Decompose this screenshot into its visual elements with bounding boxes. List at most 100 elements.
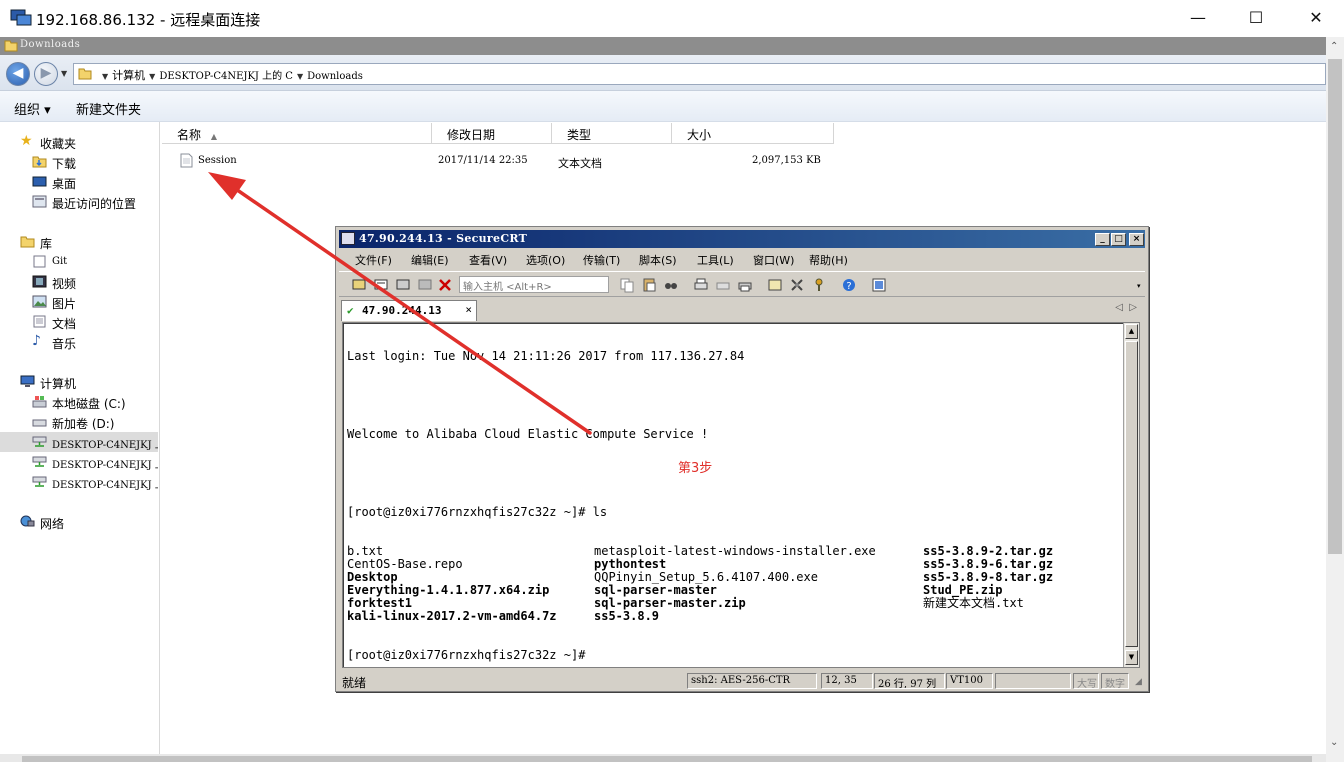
terminal-prompt: [root@iz0xi776rnzxhqfis27c32z ~]# ls [347, 505, 608, 519]
global-options-icon[interactable] [789, 277, 805, 293]
help-icon[interactable]: ? [841, 277, 857, 293]
horizontal-scrollbar[interactable] [0, 754, 1326, 762]
address-input[interactable]: ▼ 计算机 ▼ DESKTOP-C4NEJKJ 上的 C ▼ Downloads [73, 63, 1326, 85]
securecrt-toolbar: 输入主机 <Alt+R> ? ▾ [339, 271, 1145, 297]
ls-output: b.txt metasploit-latest-windows-installe… [347, 545, 1053, 623]
nav-downloads[interactable]: 下载 [0, 152, 158, 172]
terminal-area[interactable]: Last login: Tue Nov 14 21:11:26 2017 fro… [342, 322, 1140, 668]
securecrt-statusbar: 就绪 ssh2: AES-256-CTR 12, 35 26 行, 97 列 V… [339, 671, 1145, 691]
connect-tab-icon[interactable] [395, 277, 411, 293]
downloads-folder-icon [32, 156, 47, 168]
print-selection-icon[interactable] [715, 277, 731, 293]
menu-window[interactable]: 窗口(W) [753, 252, 794, 268]
forward-button[interactable]: ▶ [34, 62, 58, 86]
menu-file[interactable]: 文件(F) [355, 252, 392, 268]
nav-desktop[interactable]: 桌面 [0, 172, 158, 192]
menu-edit[interactable]: 编辑(E) [411, 252, 449, 268]
nav-remote-drive-2[interactable]: DESKTOP-C4NEJKJ 上 [0, 452, 158, 472]
host-input[interactable]: 输入主机 <Alt+R> [459, 276, 609, 293]
menu-help[interactable]: 帮助(H) [809, 252, 848, 268]
menu-transfer[interactable]: 传输(T) [583, 252, 620, 268]
crt-close-button[interactable]: × [1129, 233, 1144, 246]
crt-maximize-button[interactable]: □ [1111, 233, 1126, 246]
session-options-icon[interactable] [767, 277, 783, 293]
breadcrumb-drive[interactable]: DESKTOP-C4NEJKJ 上的 C [159, 71, 293, 82]
chevron-down-icon[interactable]: ▼ [149, 72, 155, 81]
scroll-down-icon[interactable]: ▼ [1125, 650, 1138, 665]
file-name: Session [198, 155, 237, 166]
nav-new-volume[interactable]: 新加卷 (D:) [0, 412, 158, 432]
nav-favorites[interactable]: ★ 收藏夹 [0, 132, 158, 152]
session-tab[interactable]: ✔ 47.90.244.13 × [341, 300, 477, 321]
organize-button[interactable]: 组织 ▾ [14, 99, 51, 118]
nav-libraries[interactable]: 库 [0, 232, 158, 252]
scroll-up-icon[interactable]: ▲ [1125, 324, 1138, 339]
crt-minimize-button[interactable]: _ [1095, 233, 1110, 246]
column-name[interactable]: 名称 ▲ [162, 123, 432, 144]
nav-local-disk[interactable]: 本地磁盘 (C:) [0, 392, 158, 412]
find-icon[interactable] [663, 277, 679, 293]
menu-view[interactable]: 查看(V) [469, 252, 507, 268]
new-folder-button[interactable]: 新建文件夹 [76, 99, 141, 118]
network-drive-icon [32, 476, 47, 487]
nav-git[interactable]: Git [0, 252, 158, 272]
terminal-scroll-thumb[interactable] [1125, 341, 1138, 647]
scrollbar-thumb[interactable] [1328, 59, 1342, 554]
column-modified[interactable]: 修改日期 [432, 123, 552, 144]
chevron-up-icon[interactable]: ⌃ [1330, 41, 1338, 52]
terminal-scrollbar[interactable]: ▲ ▼ [1123, 323, 1139, 667]
nav-pictures[interactable]: 图片 [0, 292, 158, 312]
nav-label: 视频 [52, 277, 77, 291]
securecrt-title-bar: 47.90.244.13 - SecureCRT _ □ × [339, 230, 1145, 248]
back-button[interactable]: ◀ [6, 62, 30, 86]
folder-icon [4, 40, 18, 52]
menu-tools[interactable]: 工具(L) [697, 252, 734, 268]
sftp-icon[interactable] [871, 277, 887, 293]
nav-remote-drive-3[interactable]: DESKTOP-C4NEJKJ 上 [0, 472, 158, 492]
vertical-scrollbar[interactable]: ⌃ ⌄ [1326, 37, 1344, 762]
nav-documents[interactable]: 文档 [0, 312, 158, 332]
status-cipher: ssh2: AES-256-CTR [687, 673, 817, 689]
keymap-icon[interactable] [811, 277, 827, 293]
nav-label: 库 [40, 237, 53, 251]
maximize-button[interactable]: ☐ [1244, 6, 1268, 30]
print-icon[interactable] [737, 277, 753, 293]
chevron-down-icon[interactable]: ▼ [297, 72, 303, 81]
column-size[interactable]: 大小 [672, 123, 834, 144]
print-setup-icon[interactable] [693, 277, 709, 293]
breadcrumb-downloads[interactable]: Downloads [307, 71, 363, 82]
connect-icon[interactable] [351, 277, 367, 293]
column-type[interactable]: 类型 [552, 123, 672, 144]
toolbar-overflow-icon[interactable]: ▾ [1137, 282, 1141, 290]
nav-music[interactable]: ♪ 音乐 [0, 332, 158, 352]
tab-close-icon[interactable]: × [465, 303, 472, 316]
nav-computer[interactable]: 计算机 [0, 372, 158, 392]
disconnect-icon[interactable] [437, 277, 453, 293]
explorer-toolbar: 组织 ▾ 新建文件夹 [0, 91, 1326, 122]
menu-options[interactable]: 选项(O) [526, 252, 565, 268]
status-ready: 就绪 [342, 676, 367, 690]
breadcrumb-computer[interactable]: 计算机 [112, 69, 145, 82]
nav-network[interactable]: 网络 [0, 512, 158, 532]
nav-label: 网络 [40, 517, 65, 531]
nav-recent[interactable]: 最近访问的位置 [0, 192, 158, 212]
resize-grip-icon[interactable]: ◢ [1135, 677, 1142, 687]
nav-videos[interactable]: 视频 [0, 272, 158, 292]
menu-script[interactable]: 脚本(S) [639, 252, 677, 268]
nav-remote-drive-1[interactable]: DESKTOP-C4NEJKJ 上 [0, 432, 158, 452]
file-row[interactable]: Session 2017/11/14 22:35 文本文档 2,097,153 … [162, 150, 862, 172]
tab-scroll-arrows[interactable]: ◁ ▷ [1115, 302, 1137, 313]
close-button[interactable]: ✕ [1304, 6, 1328, 30]
scrollbar-thumb[interactable] [22, 756, 1312, 762]
paste-icon[interactable] [641, 277, 657, 293]
chevron-down-icon[interactable]: ⌄ [1330, 737, 1338, 748]
terminal-output: Last login: Tue Nov 14 21:11:26 2017 fro… [347, 324, 1053, 667]
navigation-pane: ★ 收藏夹 下载 桌面 最近访问的位置 库 Git 视频 图片 文档 ♪ 音乐 … [0, 122, 160, 754]
history-dropdown-icon[interactable]: ▼ [61, 69, 67, 78]
minimize-button[interactable]: — [1186, 6, 1210, 30]
reconnect-icon[interactable] [417, 277, 433, 293]
quick-connect-icon[interactable] [373, 277, 389, 293]
session-tab-label: 47.90.244.13 [362, 304, 442, 317]
copy-icon[interactable] [619, 277, 635, 293]
chevron-down-icon[interactable]: ▼ [102, 72, 108, 81]
